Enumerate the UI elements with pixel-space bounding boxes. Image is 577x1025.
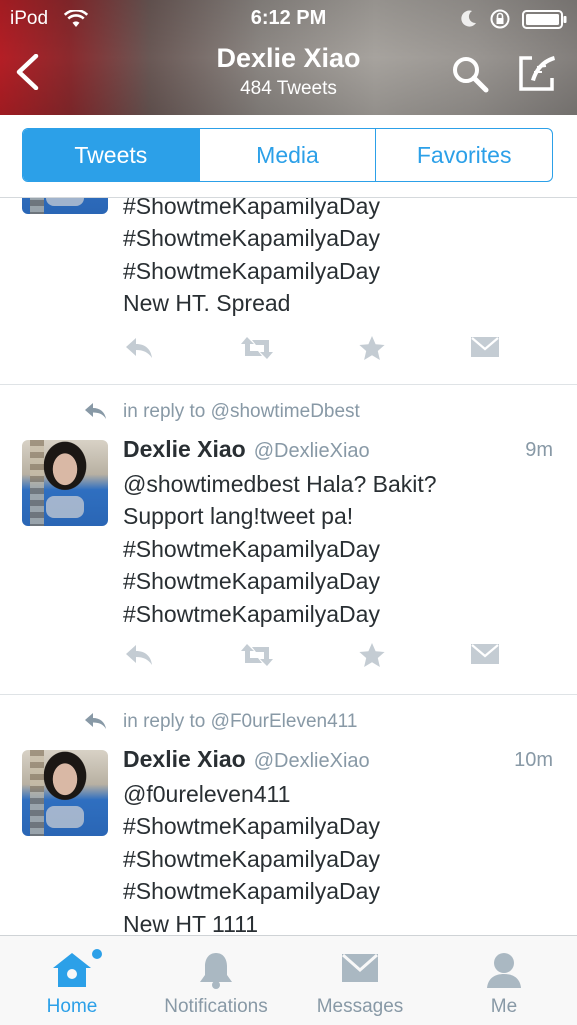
tweet-timeline[interactable]: #ShowtmeKapamilyaDay #ShowtmeKapamilyaDa… <box>0 197 577 935</box>
search-button[interactable] <box>450 54 490 99</box>
profile-tabs-bar: Tweets Media Favorites <box>0 115 577 198</box>
favorite-icon[interactable] <box>358 642 386 674</box>
tab-tweets[interactable]: Tweets <box>23 129 199 181</box>
tab-home[interactable]: Home <box>0 936 144 1025</box>
tweet-actions <box>0 335 577 365</box>
tweet-text: @showtimedbest Hala? Bakit? Support lang… <box>123 471 437 627</box>
tab-media[interactable]: Media <box>198 129 376 181</box>
envelope-icon <box>340 950 380 991</box>
status-bar: iPod 6:12 PM <box>0 6 577 32</box>
author-display-name: Dexlie Xiao <box>123 746 246 772</box>
profile-header: iPod 6:12 PM Dexlie Xiao 484 Tweets <box>0 0 577 115</box>
tab-me-label: Me <box>490 996 518 1017</box>
in-reply-to-label[interactable]: in reply to @showtimeDbest <box>123 401 360 423</box>
bell-icon <box>196 950 236 995</box>
tweet-timestamp: 10m <box>514 749 553 771</box>
avatar[interactable] <box>22 750 108 836</box>
author-handle: @DexlieXiao <box>253 750 370 772</box>
in-reply-to-label[interactable]: in reply to @F0urEleven411 <box>123 711 357 733</box>
reply-icon[interactable] <box>124 335 154 366</box>
search-icon <box>453 57 489 93</box>
person-icon <box>484 950 524 995</box>
direct-message-icon[interactable] <box>470 335 500 364</box>
author-handle: @DexlieXiao <box>253 440 370 462</box>
bottom-tab-bar: Home Notifications Messages Me <box>0 935 577 1025</box>
moon-icon <box>460 9 478 32</box>
author-name[interactable]: Dexlie Xiao @DexlieXiao <box>123 436 370 463</box>
tab-home-label: Home <box>46 996 98 1017</box>
tweet-item[interactable]: in reply to @F0urEleven411 Dexlie Xiao @D… <box>0 694 577 935</box>
tab-notifications[interactable]: Notifications <box>144 936 288 1025</box>
tweet-item[interactable]: in reply to @showtimeDbest Dexlie Xiao @D… <box>0 384 577 695</box>
new-content-indicator <box>92 949 102 959</box>
profile-name: Dexlie Xiao <box>216 43 361 73</box>
tweet-text: #ShowtmeKapamilyaDay #ShowtmeKapamilyaDa… <box>123 197 380 317</box>
nav-bar: Dexlie Xiao 484 Tweets <box>0 40 577 106</box>
tweet-item[interactable]: #ShowtmeKapamilyaDay #ShowtmeKapamilyaDa… <box>0 197 577 385</box>
tweet-actions <box>0 642 577 672</box>
retweet-icon[interactable] <box>240 335 274 366</box>
compose-button[interactable] <box>516 52 558 99</box>
avatar[interactable] <box>22 440 108 526</box>
compose-icon <box>519 56 555 91</box>
favorite-icon[interactable] <box>358 335 386 367</box>
reply-indicator-icon <box>84 401 108 426</box>
tab-me[interactable]: Me <box>432 936 576 1025</box>
home-icon <box>50 950 94 995</box>
segmented-control: Tweets Media Favorites <box>22 128 553 182</box>
tab-messages-label: Messages <box>316 996 404 1017</box>
direct-message-icon[interactable] <box>470 642 500 671</box>
reply-indicator-icon <box>84 711 108 736</box>
author-display-name: Dexlie Xiao <box>123 436 246 462</box>
battery-icon <box>522 10 568 35</box>
tweet-count: 484 Tweets <box>240 78 337 99</box>
tab-messages[interactable]: Messages <box>288 936 432 1025</box>
retweet-icon[interactable] <box>240 642 274 673</box>
tab-notifications-label: Notifications <box>164 996 268 1017</box>
tab-favorites[interactable]: Favorites <box>375 129 552 181</box>
author-name[interactable]: Dexlie Xiao @DexlieXiao <box>123 746 370 773</box>
tweet-timestamp: 9m <box>525 439 553 461</box>
avatar[interactable] <box>22 197 108 214</box>
tweet-text: @f0ureleven411 #ShowtmeKapamilyaDay #Sho… <box>123 781 380 935</box>
reply-icon[interactable] <box>124 642 154 673</box>
rotation-lock-icon <box>489 8 511 35</box>
